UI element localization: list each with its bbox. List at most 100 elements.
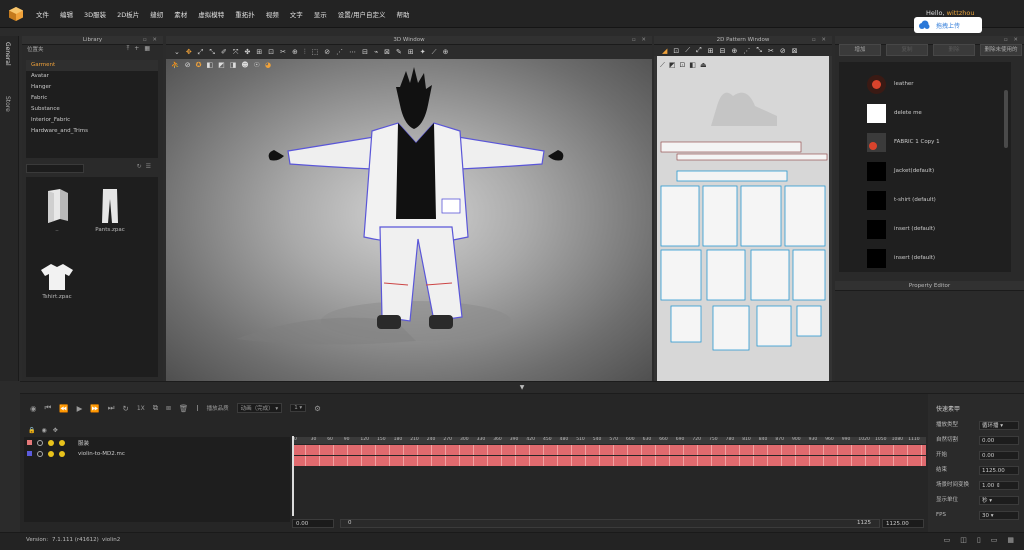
fabric-item[interactable]: leather <box>867 72 1007 96</box>
layout-grid-icon[interactable]: ▦ <box>1007 536 1014 544</box>
2d-select-icon[interactable]: ◢ <box>662 47 667 55</box>
track-row[interactable]: 服装 <box>24 437 290 448</box>
layout-single-icon[interactable]: ▭ <box>944 536 951 544</box>
2d-texture-icon[interactable]: ◧ <box>689 61 696 70</box>
visibility-toggle[interactable] <box>37 450 43 457</box>
render-mode-icon[interactable]: ◧ <box>206 61 213 69</box>
2d-seam-icon[interactable]: ⤡ <box>756 46 762 55</box>
last-frame-icon[interactable]: ⏭ <box>108 403 115 413</box>
delete-unused-button[interactable]: 删除未使用的 <box>980 44 1022 56</box>
menu-display[interactable]: 显示 <box>314 9 327 19</box>
avatar-display-icon[interactable]: ⛹ <box>171 61 180 69</box>
fabric-item[interactable]: insert (default) <box>867 246 1007 270</box>
lighting-icon[interactable]: ☉ <box>254 61 260 69</box>
settings-gear-icon[interactable]: ⚙ <box>314 404 321 413</box>
prop-value[interactable]: 0.00 <box>979 436 1019 445</box>
text-cursor-icon[interactable]: I <box>196 404 198 413</box>
prop-value-spinner[interactable]: 1.00 ⇕ <box>979 481 1019 490</box>
collapse-arrow-icon[interactable]: ▼ <box>520 384 525 391</box>
2d-dart-icon[interactable]: ⋰ <box>743 47 750 55</box>
menu-help[interactable]: 帮助 <box>396 9 409 19</box>
file-item-pants[interactable]: Pants.zpac <box>90 187 130 233</box>
key-dot[interactable] <box>48 450 54 457</box>
avatar-hide-icon[interactable]: ◨ <box>230 61 237 69</box>
2d-edit-point-icon[interactable]: ⟋ <box>685 46 690 55</box>
panel-controls-icon[interactable]: ▫ ✕ <box>812 36 828 45</box>
edit-tool-icon[interactable]: ✦ <box>420 48 426 56</box>
layout-split-icon[interactable]: ◫ <box>960 536 967 544</box>
eye-icon[interactable]: ◉ <box>41 427 46 434</box>
select-tool-icon[interactable]: ⌄ <box>174 48 180 56</box>
2d-curve-icon[interactable]: ⤢ <box>696 46 702 55</box>
puckering-tool-icon[interactable]: ⋯ <box>349 48 356 56</box>
layout-3d-icon[interactable]: ▭ <box>991 536 998 544</box>
texture-tool-icon[interactable]: ⬚ <box>312 48 319 56</box>
delete-keys-icon[interactable]: 🗑 <box>179 404 189 413</box>
quality-dropdown[interactable]: 动画（完成） ▾ <box>236 403 283 413</box>
graphic-tool-icon[interactable]: ⊘ <box>324 48 330 56</box>
menu-file[interactable]: 文件 <box>36 9 49 19</box>
garment-display-icon[interactable]: ⊘ <box>185 61 191 69</box>
timeline[interactable]: 0 30 60 90 120 150 180 210 240 270 300 330 360 390 420… <box>292 436 926 516</box>
paste-keys-icon[interactable]: ⧈ <box>166 403 171 413</box>
track-row[interactable]: violin-to-MD2.mc <box>24 448 290 459</box>
timeline-track-motion[interactable] <box>292 456 926 466</box>
first-frame-icon[interactable]: ⏮ <box>45 403 52 413</box>
panel-controls-icon[interactable]: ▫ ✕ <box>143 36 159 45</box>
visibility-toggle[interactable] <box>37 439 43 446</box>
tab-general[interactable]: General <box>4 42 11 66</box>
2d-notch-icon[interactable]: ⊘ <box>780 47 786 55</box>
menu-3d-garment[interactable]: 3D服装 <box>84 9 106 19</box>
playhead[interactable] <box>292 436 294 516</box>
2d-polygon-icon[interactable]: ⊞ <box>708 47 714 55</box>
file-item-parent[interactable]: .. <box>40 187 74 233</box>
grid-icon[interactable]: ▦ <box>144 45 155 52</box>
fabric-item[interactable]: insert (default) <box>867 217 1007 241</box>
prev-frame-icon[interactable]: ⏪ <box>59 404 68 413</box>
loop-icon[interactable]: ↻ <box>123 404 129 413</box>
tree-item-garment[interactable]: Garment <box>26 60 158 71</box>
measure-tool-icon[interactable]: ⊞ <box>256 48 262 56</box>
tree-item-substance[interactable]: Substance <box>26 104 158 115</box>
fabric-list-scrollbar[interactable] <box>1004 90 1008 148</box>
keyframe-icon[interactable]: ✥ <box>53 427 58 434</box>
tree-item-hanger[interactable]: Hanger <box>26 82 158 93</box>
menu-avatar[interactable]: 虚拟模特 <box>198 9 224 19</box>
tree-item-interior-fabric[interactable]: Interior_Fabric <box>26 115 158 126</box>
speed-dropdown[interactable]: 1 ▾ <box>290 404 307 412</box>
button-tool-icon[interactable]: ⊕ <box>292 48 298 56</box>
mesh-icon[interactable]: ◩ <box>218 61 225 69</box>
panel-controls-icon[interactable]: ▫ ✕ <box>632 36 648 45</box>
2d-weight-icon[interactable]: ⏏ <box>700 61 707 70</box>
upload-button[interactable]: 拖拽上传 <box>914 17 982 33</box>
record-icon[interactable]: ◉ <box>30 404 37 413</box>
2d-grid-icon[interactable]: ⊡ <box>680 61 686 70</box>
line-tool-icon[interactable]: ⟋ <box>432 48 437 57</box>
menu-settings[interactable]: 设置/用户自定义 <box>338 9 386 19</box>
add-icon[interactable]: + <box>134 45 144 52</box>
key-dot[interactable] <box>59 450 65 457</box>
prop-value[interactable]: 0.00 <box>979 451 1019 460</box>
file-item-tshirt[interactable]: Tshirt.zpac <box>34 262 80 300</box>
menu-retopology[interactable]: 重拓扑 <box>235 9 255 19</box>
copy-keys-icon[interactable]: ⧉ <box>153 403 158 413</box>
menu-video[interactable]: 视频 <box>266 9 279 19</box>
move-tool-icon[interactable]: ✥ <box>186 48 192 56</box>
arrange-tool-icon[interactable]: ⊡ <box>268 48 274 56</box>
time-end-field[interactable]: 1125.00 <box>882 519 924 528</box>
texture-display-icon[interactable]: ✪ <box>196 61 202 69</box>
layout-2d-icon[interactable]: ▯ <box>977 536 981 544</box>
pin-tool-icon[interactable]: ⤢ <box>198 48 204 57</box>
menu-2d-pattern[interactable]: 2D板片 <box>117 9 139 19</box>
tree-item-hardware[interactable]: Hardware_and_Trims <box>26 126 158 137</box>
unit-dropdown[interactable]: 秒 ▾ <box>979 496 1019 505</box>
sew-tool-icon[interactable]: ⤡ <box>209 48 215 57</box>
pen-tool-icon[interactable]: ✎ <box>396 48 402 56</box>
library-search-input[interactable] <box>26 164 84 173</box>
zipper-tool-icon[interactable]: ⫶ <box>304 48 306 57</box>
tack-tool-icon[interactable]: ⤧ <box>233 48 239 57</box>
timeline-track-garment[interactable] <box>292 445 926 455</box>
ruler-tool-icon[interactable]: ⊟ <box>362 48 368 56</box>
time-start-field[interactable]: 0.00 <box>292 519 334 528</box>
next-frame-icon[interactable]: ⏩ <box>90 404 99 413</box>
